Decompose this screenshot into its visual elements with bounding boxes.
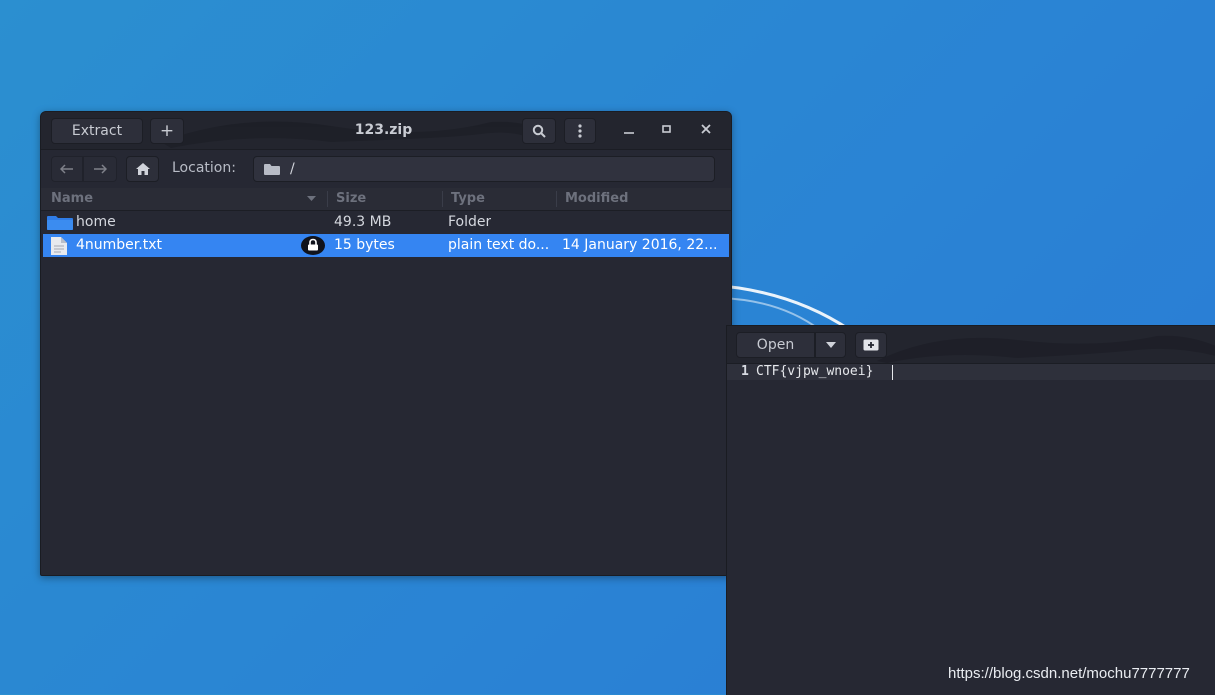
minimize-button[interactable] — [619, 121, 639, 141]
window-title: 123.zip — [354, 122, 413, 138]
archive-manager-window: Extract + 123.zip Location: / Name Size … — [40, 111, 732, 576]
column-divider — [327, 191, 328, 207]
text-cursor — [892, 365, 893, 380]
arrow-right-icon — [94, 164, 107, 174]
location-path: / — [290, 161, 295, 177]
home-button[interactable] — [126, 156, 159, 182]
file-row[interactable]: 4number.txt 15 bytes plain text do... 14… — [43, 234, 729, 257]
new-document-button[interactable] — [855, 332, 887, 358]
column-name[interactable]: Name — [51, 188, 93, 210]
search-button[interactable] — [522, 118, 556, 144]
home-icon — [135, 163, 150, 175]
extract-button[interactable]: Extract — [51, 118, 143, 144]
file-size: 15 bytes — [334, 237, 395, 253]
menu-button[interactable] — [564, 118, 596, 144]
chevron-down-icon — [825, 342, 836, 348]
vertical-dots-icon — [578, 124, 582, 138]
file-modified — [562, 211, 729, 234]
file-size: 49.3 MB — [334, 214, 392, 230]
close-icon — [701, 124, 711, 134]
file-name: 4number.txt — [76, 237, 162, 253]
arrow-left-icon — [60, 164, 73, 174]
editor-text[interactable]: CTF{vjpw_wnoei} — [756, 364, 873, 380]
text-editor-window: Open 1 CTF{vjpw_wnoei} — [726, 325, 1215, 695]
location-label: Location: — [172, 160, 236, 176]
file-modified: 14 January 2016, 22... — [562, 237, 718, 253]
column-modified[interactable]: Modified — [565, 188, 628, 210]
file-type: Folder — [448, 214, 492, 230]
search-icon — [532, 124, 546, 138]
header-bar: Extract + 123.zip — [41, 112, 731, 150]
close-button[interactable] — [696, 121, 716, 141]
back-button[interactable] — [51, 156, 83, 182]
text-file-icon — [51, 237, 67, 255]
file-row[interactable]: home 49.3 MB Folder — [43, 211, 729, 234]
location-field[interactable]: / — [253, 156, 715, 182]
new-tab-icon — [863, 339, 879, 351]
folder-icon — [47, 216, 73, 230]
add-files-button[interactable]: + — [150, 118, 184, 144]
column-divider — [442, 191, 443, 207]
column-type[interactable]: Type — [451, 188, 485, 210]
column-header: Name Size Type Modified — [41, 188, 731, 211]
kali-dragon-watermark — [877, 335, 1215, 363]
lock-icon — [301, 236, 325, 255]
forward-button[interactable] — [83, 156, 117, 182]
open-button[interactable]: Open — [736, 332, 815, 358]
watermark-url: https://blog.csdn.net/mochu7777777 — [948, 665, 1190, 682]
file-name: home — [76, 214, 116, 230]
header-bar: Open — [727, 326, 1215, 364]
maximize-icon — [662, 125, 671, 133]
file-type: plain text do... — [448, 237, 550, 253]
folder-icon — [264, 164, 280, 175]
open-dropdown-button[interactable] — [815, 332, 846, 358]
line-number: 1 — [741, 364, 749, 379]
location-bar: Location: / — [41, 150, 731, 188]
maximize-button[interactable] — [657, 121, 677, 141]
column-size[interactable]: Size — [336, 188, 366, 210]
column-divider — [556, 191, 557, 207]
minimize-icon — [624, 132, 634, 134]
sort-down-icon — [307, 196, 316, 201]
